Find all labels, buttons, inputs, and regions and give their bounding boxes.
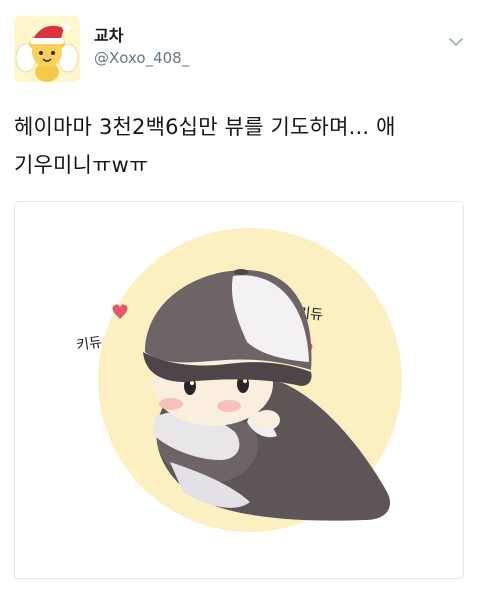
tweet-text: 헤이마마 3천2백6십만 뷰를 기도하며... 애 기우미니ㅠwㅠ [14, 115, 396, 177]
user-handle[interactable]: @Xoxo_408_ [94, 47, 189, 69]
tweet-card[interactable]: 교차 @Xoxo_408_ 헤이마마 3천2백6십만 뷰를 기도하며... 애 … [0, 0, 480, 592]
illustration: 키듀 키듀 [15, 202, 463, 578]
tweet-header: 교차 @Xoxo_408_ [14, 16, 466, 86]
display-name[interactable]: 교차 [94, 26, 189, 46]
avatar-illustration [14, 16, 80, 82]
avatar[interactable] [14, 16, 80, 82]
user-names: 교차 @Xoxo_408_ [94, 26, 189, 69]
chevron-down-icon[interactable] [446, 32, 466, 52]
tweet-media-image[interactable]: 키듀 키듀 [14, 201, 464, 579]
